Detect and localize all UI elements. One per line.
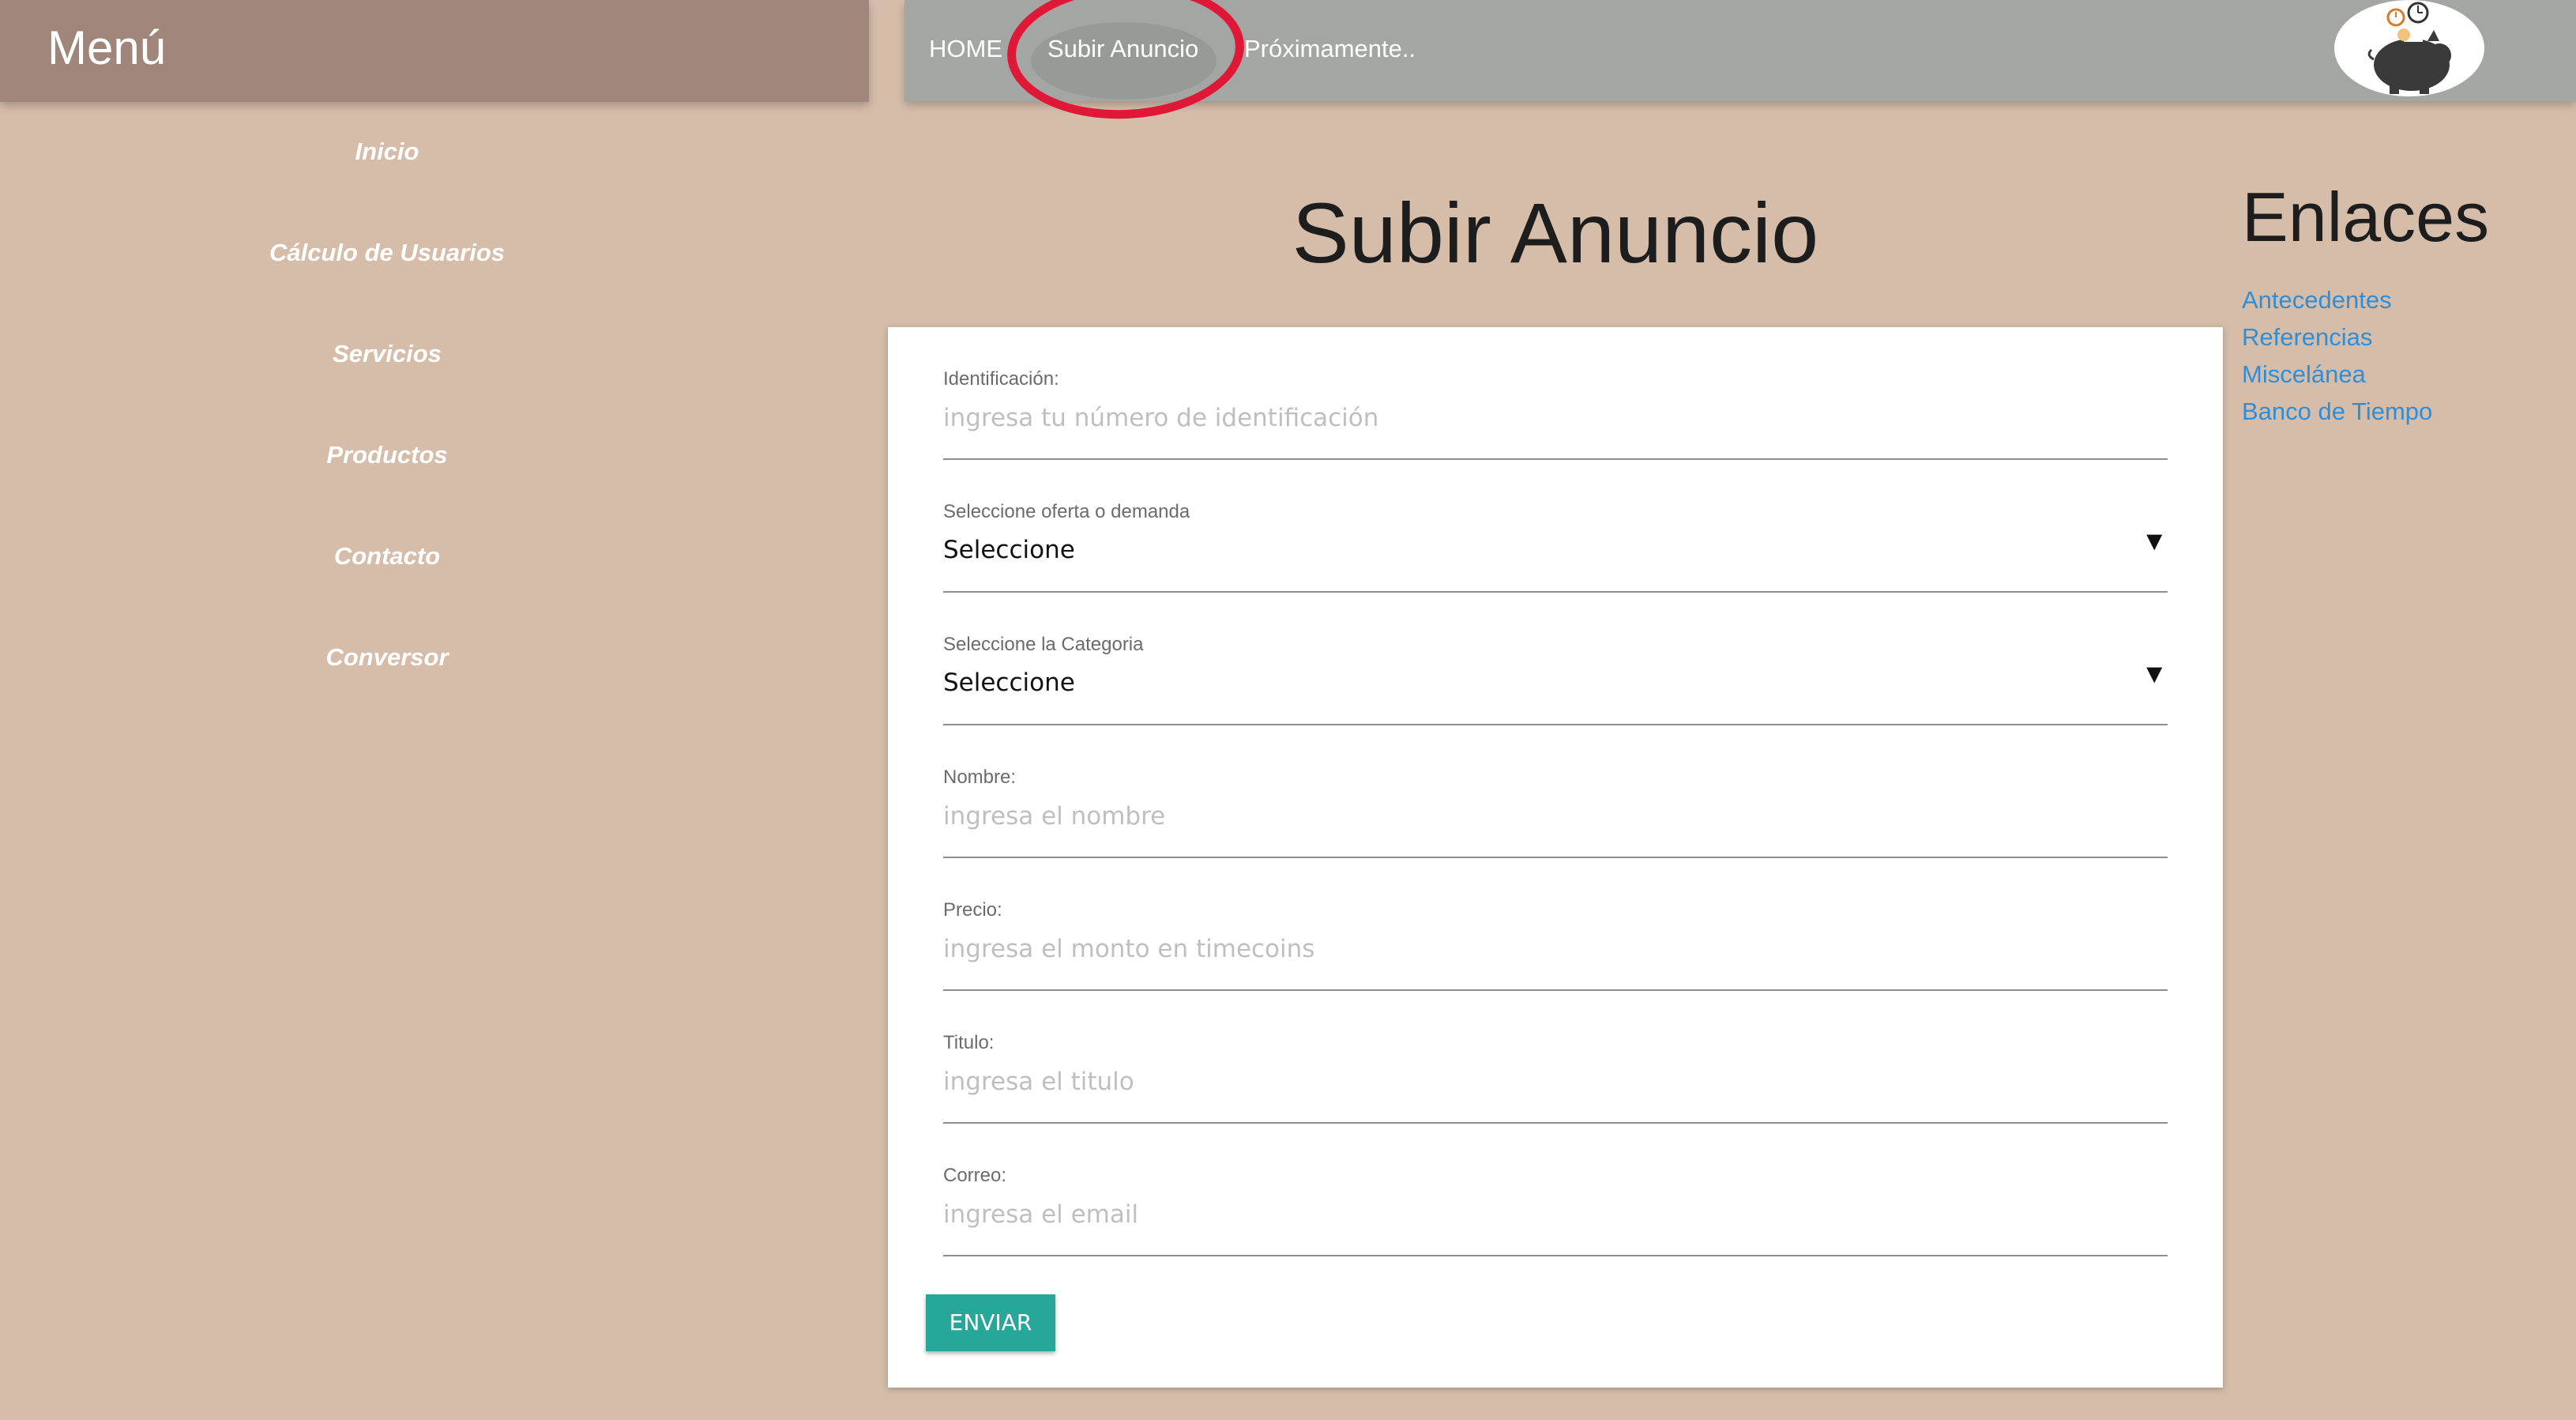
id-field: Identificación:	[943, 327, 2168, 460]
sidebar-item-productos[interactable]: Productos	[0, 441, 774, 469]
dropdown-arrow-icon[interactable]: ▼	[2141, 526, 2168, 557]
sidebar-item-calculo-usuarios[interactable]: Cálculo de Usuarios	[0, 239, 774, 267]
link-miscelanea[interactable]: Miscelánea	[2242, 360, 2366, 389]
sidebar-item-servicios[interactable]: Servicios	[0, 340, 774, 368]
offer-demand-label: Seleccione oferta o demanda	[943, 501, 1190, 522]
email-input[interactable]	[943, 1192, 2168, 1237]
menu-header: Menú	[0, 0, 869, 102]
submit-button[interactable]: ENVIAR	[926, 1294, 1055, 1351]
page-title: Subir Anuncio	[1292, 185, 1819, 281]
piggy-bank-logo-icon[interactable]	[2334, 0, 2484, 96]
category-select[interactable]: Seleccione la Categoria Seleccione ▼	[943, 593, 2168, 725]
dropdown-arrow-icon[interactable]: ▼	[2141, 659, 2168, 690]
links-title: Enlaces	[2242, 178, 2490, 256]
price-input[interactable]	[943, 926, 2168, 972]
sidebar-item-conversor[interactable]: Conversor	[0, 643, 774, 672]
name-input[interactable]	[943, 793, 2168, 839]
email-underline	[943, 1255, 2168, 1256]
menu-title: Menú	[47, 21, 167, 74]
link-banco-de-tiempo[interactable]: Banco de Tiempo	[2242, 397, 2432, 426]
nav-proximamente-link[interactable]: Próximamente..	[1244, 35, 1416, 63]
offer-demand-value[interactable]: Seleccione	[943, 536, 1075, 564]
name-label: Nombre:	[943, 766, 1017, 788]
nav-home-link[interactable]: HOME	[929, 35, 1002, 63]
sidebar-item-contacto[interactable]: Contacto	[0, 542, 774, 571]
email-label: Correo:	[943, 1165, 1007, 1186]
title-label: Titulo:	[943, 1032, 995, 1053]
title-input[interactable]	[943, 1059, 2168, 1105]
category-value[interactable]: Seleccione	[943, 669, 1075, 697]
name-field: Nombre:	[943, 725, 2168, 858]
price-label: Precio:	[943, 899, 1002, 921]
offer-demand-select[interactable]: Seleccione oferta o demanda Seleccione ▼	[943, 460, 2168, 593]
link-antecedentes[interactable]: Antecedentes	[2242, 286, 2392, 315]
sidebar-item-inicio[interactable]: Inicio	[0, 137, 774, 166]
email-field: Correo:	[943, 1124, 2168, 1256]
red-circle-annotation	[1003, 0, 1248, 125]
upload-ad-form: Identificación: Seleccione oferta o dema…	[888, 327, 2223, 1388]
id-label: Identificación:	[943, 368, 1059, 390]
id-input[interactable]	[943, 395, 2168, 441]
category-label: Seleccione la Categoria	[943, 634, 1144, 655]
title-field: Titulo:	[943, 991, 2168, 1124]
price-field: Precio:	[943, 858, 2168, 991]
link-referencias[interactable]: Referencias	[2242, 323, 2372, 352]
